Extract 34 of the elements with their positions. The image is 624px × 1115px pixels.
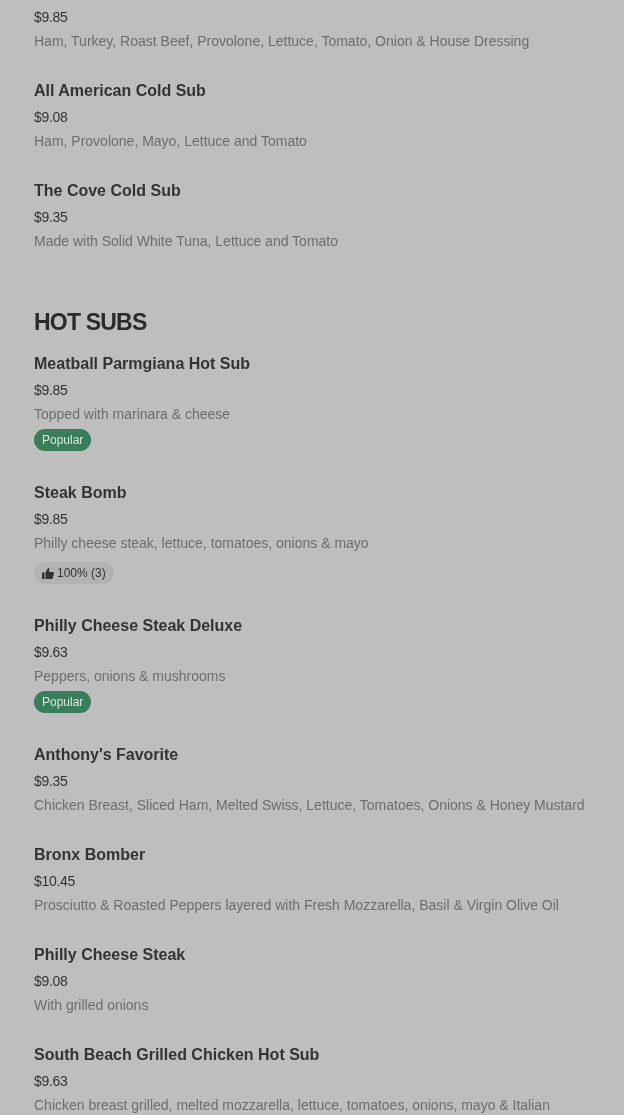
item-description: Chicken Breast, Sliced Ham, Melted Swiss, Lettuce, Tomatoes, Onions & Honey Mustard [34,796,586,815]
section-heading: HOT SUBS [34,308,148,336]
item-price: $9.85 [34,510,69,529]
item-name: The Cove Cold Sub [34,181,182,201]
popular-badge: Popular [34,691,92,713]
item-name: Philly Cheese Steak [34,945,187,965]
item-name: South Beach Grilled Chicken Hot Sub [34,1045,321,1065]
item-price: $9.85 [34,8,69,27]
rating-text: 100% (3) [57,565,106,582]
item-name: Anthony's Favorite [34,745,180,765]
item-price: $9.85 [34,381,69,400]
item-name: Meatball Parmgiana Hot Sub [34,354,252,374]
thumbs-up-icon [42,567,54,579]
item-description: Ham, Turkey, Roast Beef, Provolone, Lettuce, Tomato, Onion & House Dressing [34,32,531,51]
item-description: Prosciutto & Roasted Peppers layered with Fresh Mozzarella, Basil & Virgin Olive Oil [34,896,560,915]
item-description: Philly cheese steak, lettuce, tomatoes, onions & mayo [34,534,370,553]
item-name: Bronx Bomber [34,845,147,865]
item-description: Ham, Provolone, Mayo, Lettuce and Tomato [34,132,308,151]
item-price: $9.63 [34,643,69,662]
item-price: $10.45 [34,872,77,891]
item-description: Chicken breast grilled, melted mozzarella, lettuce, tomatoes, onions, mayo & Italian [34,1096,551,1115]
item-description: Peppers, onions & mushrooms [34,667,227,686]
item-description: With grilled onions [34,996,150,1015]
item-name: All American Cold Sub [34,81,207,101]
item-price: $9.35 [34,772,69,791]
item-price: $9.08 [34,972,69,991]
item-name: Philly Cheese Steak Deluxe [34,616,244,636]
item-price: $9.08 [34,108,69,127]
item-description: Topped with marinara & cheese [34,405,232,424]
item-description: Made with Solid White Tuna, Lettuce and Tomato [34,232,340,251]
item-price: $9.35 [34,208,69,227]
popular-badge: Popular [34,429,92,451]
item-price: $9.63 [34,1072,69,1091]
item-name: Steak Bomb [34,483,128,503]
